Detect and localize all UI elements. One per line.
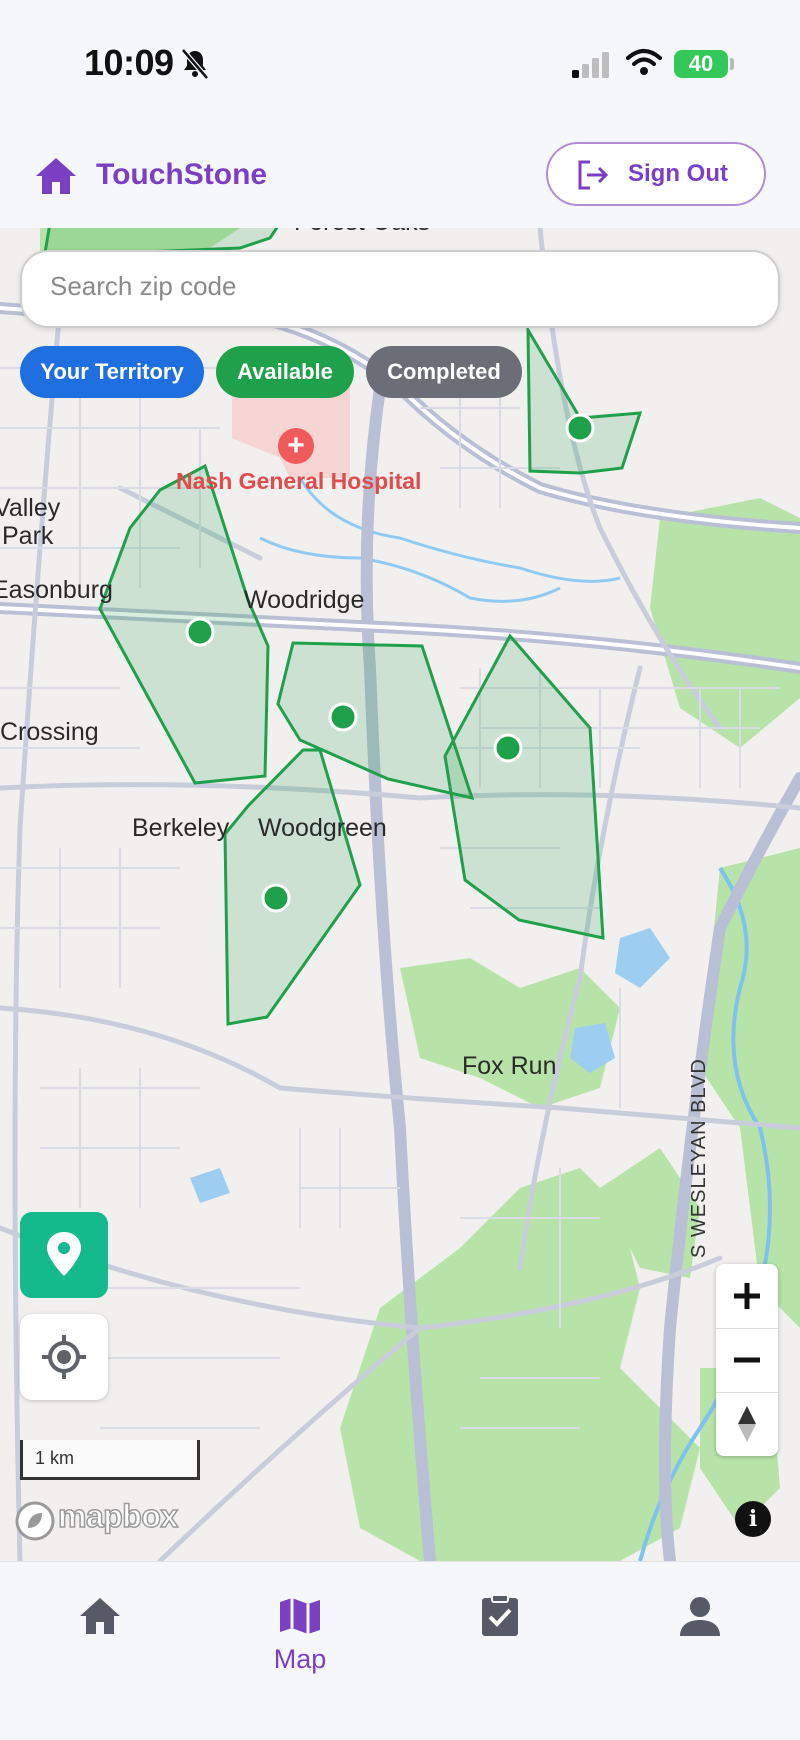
nav-profile[interactable]: [600, 1562, 800, 1682]
search-input[interactable]: [48, 270, 752, 303]
place-label-fox-run: Fox Run: [462, 1052, 557, 1080]
nav-home[interactable]: [0, 1562, 200, 1682]
filter-chip-completed[interactable]: Completed: [366, 346, 522, 398]
map-pin-icon: [47, 1232, 81, 1276]
home-icon: [36, 158, 76, 194]
status-bar: 10:09 40: [0, 0, 800, 130]
wifi-icon: [626, 49, 662, 75]
status-time: 10:09: [84, 42, 174, 83]
place-label-berkeley: Berkeley: [132, 814, 230, 842]
place-label-valley: Valley: [0, 494, 61, 522]
brand-title: TouchStone: [96, 158, 268, 191]
drop-pin-button[interactable]: [20, 1212, 108, 1298]
map-canvas: [0, 228, 800, 1561]
place-label-crossing: Crossing: [0, 718, 99, 746]
search-box: [20, 250, 780, 328]
plus-icon: [734, 1283, 760, 1309]
crosshair-icon: [42, 1335, 86, 1379]
place-label-hospital: Nash General Hospital: [176, 468, 422, 494]
mapbox-logo-icon: [15, 1501, 55, 1541]
attribution-info-button[interactable]: i: [735, 1501, 771, 1537]
hospital-icon: +: [278, 428, 314, 464]
map-icon: [280, 1598, 320, 1634]
sign-out-button[interactable]: Sign Out: [546, 142, 766, 206]
minus-icon: [734, 1357, 760, 1363]
zoom-in-button[interactable]: [716, 1264, 778, 1328]
battery-indicator: 40: [674, 50, 728, 78]
zoom-out-button[interactable]: [716, 1328, 778, 1392]
nav-map[interactable]: Map: [200, 1562, 400, 1682]
map-view[interactable]: Forest Oaks + Nash General Hospital Vall…: [0, 228, 800, 1561]
filter-chip-your-territory[interactable]: Your Territory: [20, 346, 204, 398]
scale-label: 1 km: [35, 1448, 75, 1468]
map-scale: 1 km: [20, 1440, 200, 1480]
home-icon: [80, 1598, 120, 1634]
nav-tasks[interactable]: [400, 1562, 600, 1682]
mapbox-wordmark: mapbox: [57, 1497, 179, 1535]
place-label-woodridge: Woodridge: [244, 586, 365, 614]
compass-icon: [738, 1406, 756, 1442]
bottom-nav: Map: [0, 1561, 800, 1740]
logout-icon: [578, 160, 609, 190]
app-header: TouchStone Sign Out: [0, 130, 800, 229]
filter-chip-available[interactable]: Available: [216, 346, 354, 398]
compass-button[interactable]: [716, 1392, 778, 1456]
place-label-woodgreen: Woodgreen: [258, 814, 387, 842]
place-label-park: Park: [2, 522, 54, 550]
zoom-controls: [716, 1264, 778, 1456]
clipboard-check-icon: [482, 1594, 518, 1636]
bell-muted-icon: [181, 48, 209, 80]
battery-tip: [730, 58, 734, 70]
locate-me-button[interactable]: [20, 1314, 108, 1400]
sign-out-label: Sign Out: [628, 160, 728, 187]
cellular-signal-icon: [572, 52, 609, 78]
road-label: S WESLEYAN BLVD: [688, 1058, 710, 1258]
person-icon: [680, 1597, 720, 1636]
nav-map-label: Map: [273, 1644, 327, 1674]
place-label-forest-oaks: Forest Oaks: [294, 228, 430, 237]
place-label-easonburg: Easonburg: [0, 576, 113, 604]
